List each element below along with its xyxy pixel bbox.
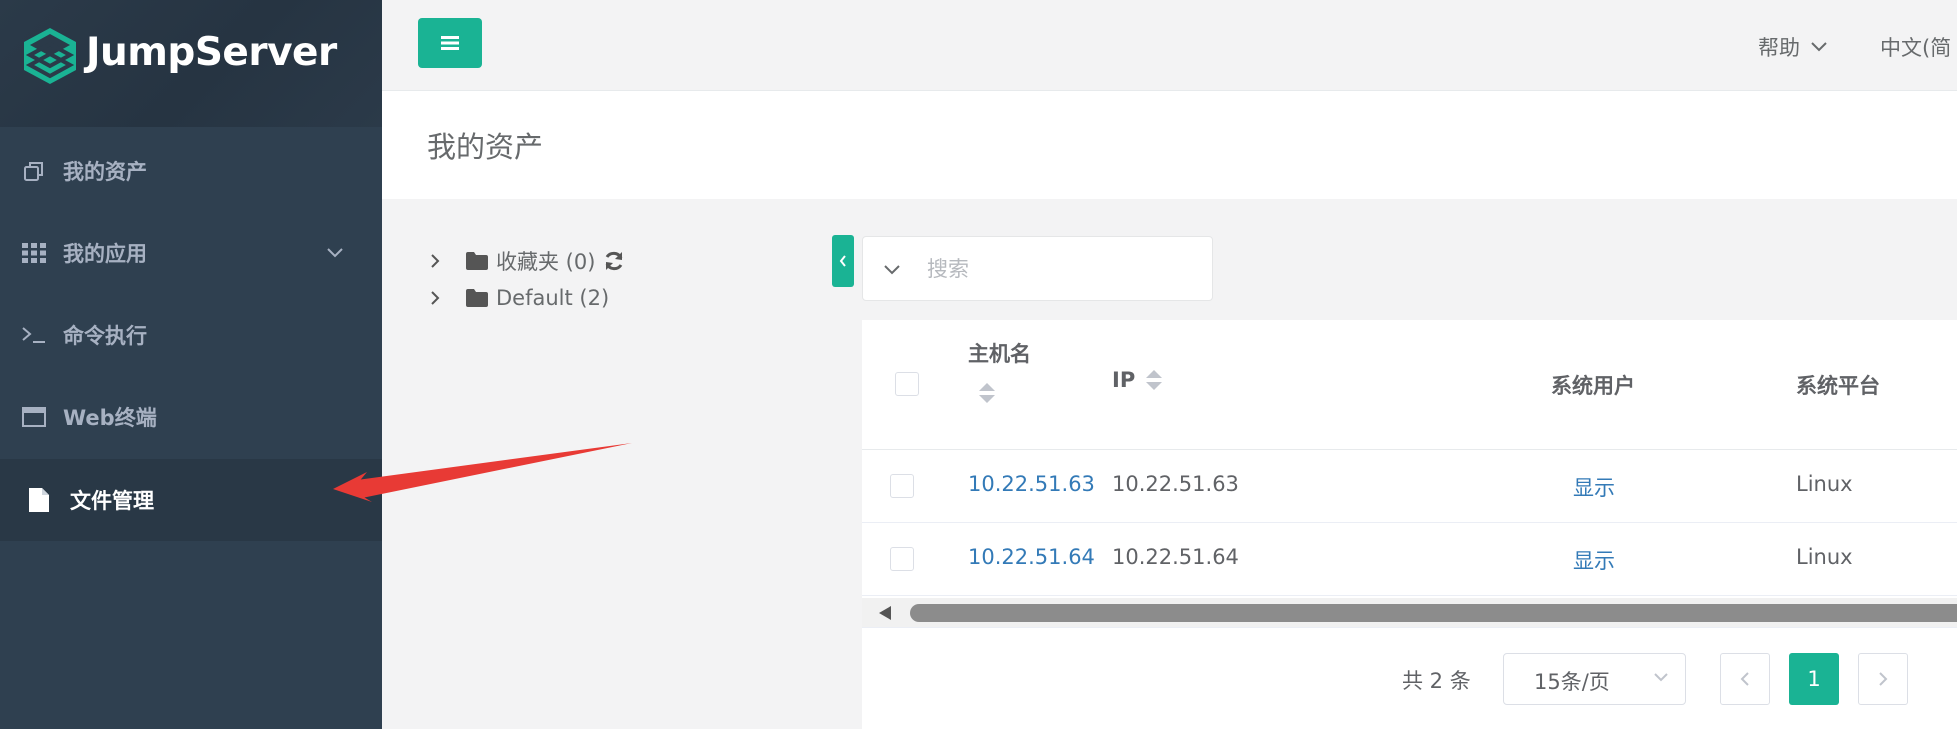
page-heading: 我的资产 [382,91,1957,199]
logo-area: JumpServer [0,0,382,127]
chevron-down-icon [1654,673,1668,682]
help-label: 帮助 [1758,36,1800,60]
search-box [862,236,1213,301]
page-title: 我的资产 [427,130,544,164]
chevron-down-icon [1811,42,1827,52]
menu-toggle-button[interactable] [418,18,482,68]
search-input[interactable] [927,251,1197,287]
assets-icon [21,158,47,184]
hostname-link[interactable]: 10.22.51.64 [968,545,1095,569]
sidebar-item-command-exec[interactable]: 命令执行 [0,294,382,376]
column-header-platform: 系统平台 [1796,374,1880,398]
file-icon [26,487,52,513]
top-navbar: 帮助 中文(简 [382,0,1957,91]
sidebar-item-file-manager[interactable]: 文件管理 [0,459,382,541]
brand-name: JumpServer [86,30,337,75]
column-header-ip[interactable]: IP [1112,368,1163,392]
show-system-user-link[interactable]: 显示 [1573,472,1615,502]
tree-node-label: 收藏夹 (0) [496,250,596,274]
sort-icon[interactable] [978,382,1031,409]
jumpserver-logo-icon [24,28,76,84]
page-size-value: 15条/页 [1534,670,1610,694]
folder-icon [466,289,488,307]
help-menu[interactable]: 帮助 [1758,32,1828,62]
folder-icon [466,252,488,270]
chevron-down-icon[interactable] [883,261,901,280]
language-label: 中文(简 [1880,36,1952,60]
refresh-icon[interactable] [603,250,625,272]
ip-cell: 10.22.51.63 [1112,472,1239,496]
prev-page-button[interactable] [1720,653,1770,705]
sidebar-item-my-apps[interactable]: 我的应用 [0,212,382,294]
sort-icon[interactable] [1145,369,1163,391]
page-size-select[interactable]: 15条/页 [1503,653,1686,705]
page-number-button[interactable]: 1 [1789,653,1839,705]
scrollbar-thumb[interactable] [910,604,1957,622]
hostname-link[interactable]: 10.22.51.63 [968,472,1095,496]
column-header-hostname[interactable]: 主机名 [968,338,1031,409]
sidebar-item-web-terminal[interactable]: Web终端 [0,376,382,458]
scroll-left-icon[interactable] [879,606,891,620]
terminal-prompt-icon [21,322,47,348]
tree-node-label: Default (2) [496,286,610,310]
sidebar-item-label: 文件管理 [70,489,154,513]
sidebar: JumpServer 我的资产 我的应用 命令执行 Web终端 文件管理 [0,0,382,729]
chevron-right-icon[interactable] [430,253,444,269]
column-label: 主机名 [968,342,1031,366]
horizontal-scrollbar[interactable] [862,598,1957,628]
chevron-left-icon [839,255,846,267]
pagination: 共 2 条 15条/页 1 [862,653,1957,705]
collapse-tree-button[interactable] [832,235,854,287]
table-row: 10.22.51.64 10.22.51.64 显示 Linux [862,523,1957,596]
hamburger-icon [441,36,459,50]
sidebar-item-label: 我的应用 [63,242,147,266]
sidebar-item-my-assets[interactable]: 我的资产 [0,130,382,212]
platform-cell: Linux [1796,472,1853,496]
chevron-right-icon[interactable] [430,290,444,306]
column-header-system-user: 系统用户 [1551,374,1635,398]
sidebar-item-label: 命令执行 [63,324,147,348]
window-icon [21,404,47,430]
tree-node-default[interactable]: Default (2) [430,281,609,315]
tree-node-favorites[interactable]: 收藏夹 (0) [430,244,625,278]
platform-cell: Linux [1796,545,1853,569]
row-checkbox[interactable] [890,547,914,571]
table-row: 10.22.51.63 10.22.51.63 显示 Linux [862,450,1957,523]
row-checkbox[interactable] [890,474,914,498]
select-all-checkbox[interactable] [895,372,919,396]
sidebar-item-label: Web终端 [63,406,157,430]
total-count: 共 2 条 [1402,669,1471,693]
table-header: 主机名 IP 系统用户 系统平台 [862,320,1957,450]
next-page-button[interactable] [1858,653,1908,705]
chevron-left-icon [1740,672,1749,686]
chevron-down-icon [326,244,344,263]
grid-icon [21,240,47,266]
chevron-right-icon [1879,672,1888,686]
sidebar-item-label: 我的资产 [63,160,147,184]
asset-table-panel: 主机名 IP 系统用户 系统平台 10.22.51.63 10.22.51.63… [862,320,1957,729]
ip-cell: 10.22.51.64 [1112,545,1239,569]
column-label: IP [1112,368,1136,392]
language-menu[interactable]: 中文(简 [1880,32,1951,62]
show-system-user-link[interactable]: 显示 [1573,545,1615,575]
